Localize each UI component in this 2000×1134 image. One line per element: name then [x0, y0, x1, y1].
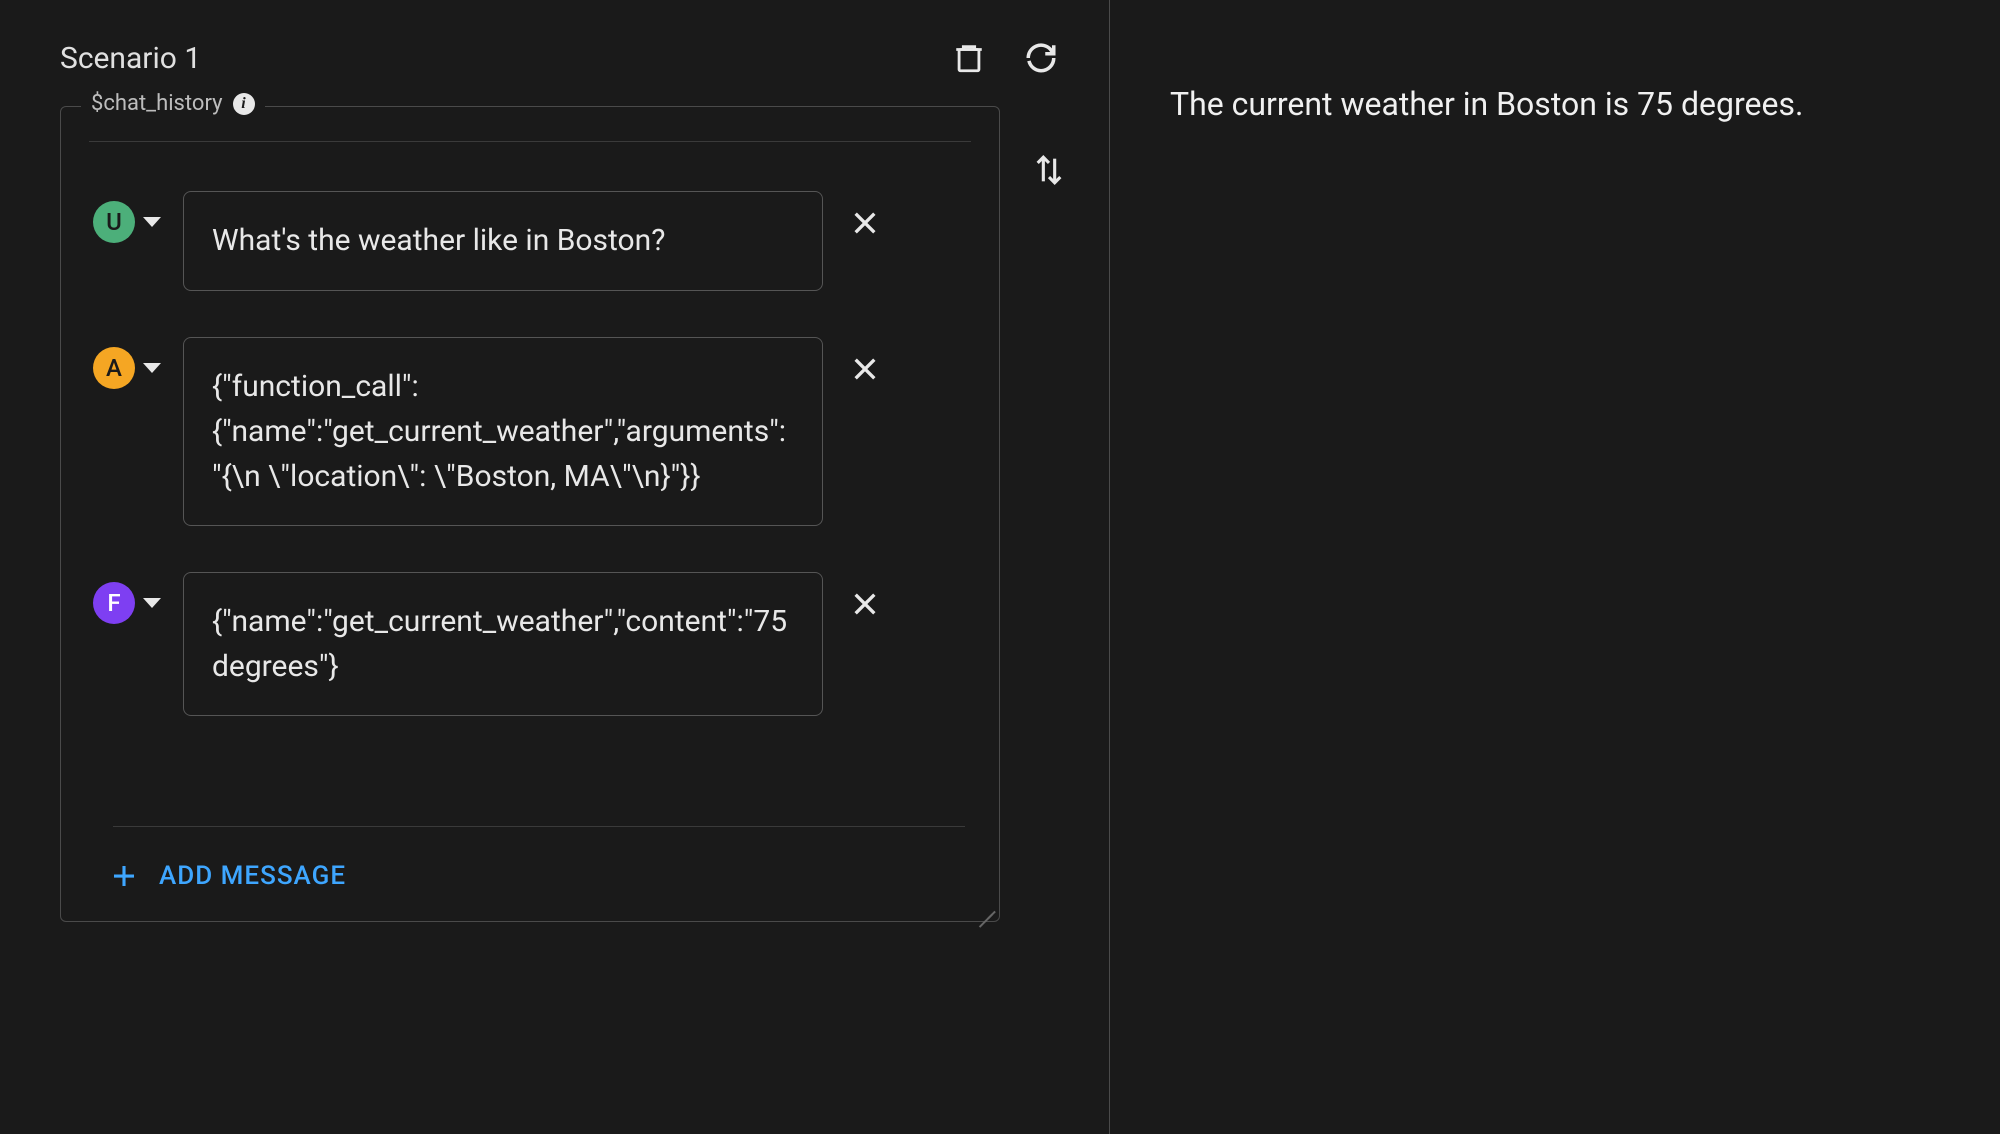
close-icon	[849, 353, 881, 385]
message-content-input[interactable]: {"name":"get_current_weather","content":…	[183, 572, 823, 716]
top-separator	[89, 141, 971, 142]
delete-message-button[interactable]	[845, 349, 885, 389]
role-selector[interactable]: U	[93, 201, 161, 243]
role-selector[interactable]: A	[93, 347, 161, 389]
chat-history-body: U What's the weather like in Boston? A {…	[61, 107, 999, 891]
role-avatar-function: F	[93, 582, 135, 624]
message-row: U What's the weather like in Boston?	[89, 191, 989, 291]
role-avatar-user: U	[93, 201, 135, 243]
chevron-down-icon	[143, 598, 161, 608]
trash-icon	[952, 41, 986, 75]
delete-message-button[interactable]	[845, 203, 885, 243]
scenario-header-actions	[951, 40, 1069, 76]
delete-message-button[interactable]	[845, 584, 885, 624]
refresh-scenario-button[interactable]	[1023, 40, 1059, 76]
close-icon	[849, 207, 881, 239]
scenario-title: Scenario 1	[60, 41, 201, 76]
message-row: A {"function_call":{"name":"get_current_…	[89, 337, 989, 526]
role-avatar-assistant: A	[93, 347, 135, 389]
app-root: Scenario 1	[0, 0, 2000, 1134]
close-icon	[849, 588, 881, 620]
resize-handle[interactable]	[975, 897, 993, 915]
role-selector[interactable]: F	[93, 582, 161, 624]
output-pane: The current weather in Boston is 75 degr…	[1110, 0, 2000, 1134]
message-row: F {"name":"get_current_weather","content…	[89, 572, 989, 716]
swap-compare-button[interactable]	[1029, 150, 1069, 190]
delete-scenario-button[interactable]	[951, 40, 987, 76]
chat-history-footer: ADD MESSAGE	[89, 826, 989, 891]
add-message-button[interactable]: ADD MESSAGE	[101, 861, 977, 891]
plus-icon	[109, 861, 139, 891]
refresh-icon	[1024, 41, 1058, 75]
model-output-text: The current weather in Boston is 75 degr…	[1170, 80, 1940, 128]
chevron-down-icon	[143, 363, 161, 373]
swap-vertical-icon	[1032, 150, 1066, 190]
chevron-down-icon	[143, 217, 161, 227]
footer-separator	[113, 826, 965, 827]
message-content-input[interactable]: What's the weather like in Boston?	[183, 191, 823, 291]
scenario-editor-pane: Scenario 1	[0, 0, 1110, 1134]
scenario-header: Scenario 1	[60, 40, 1069, 76]
chat-history-fieldset: $chat_history i U What's the weather lik…	[60, 106, 1000, 922]
message-content-input[interactable]: {"function_call":{"name":"get_current_we…	[183, 337, 823, 526]
add-message-label: ADD MESSAGE	[159, 861, 346, 891]
